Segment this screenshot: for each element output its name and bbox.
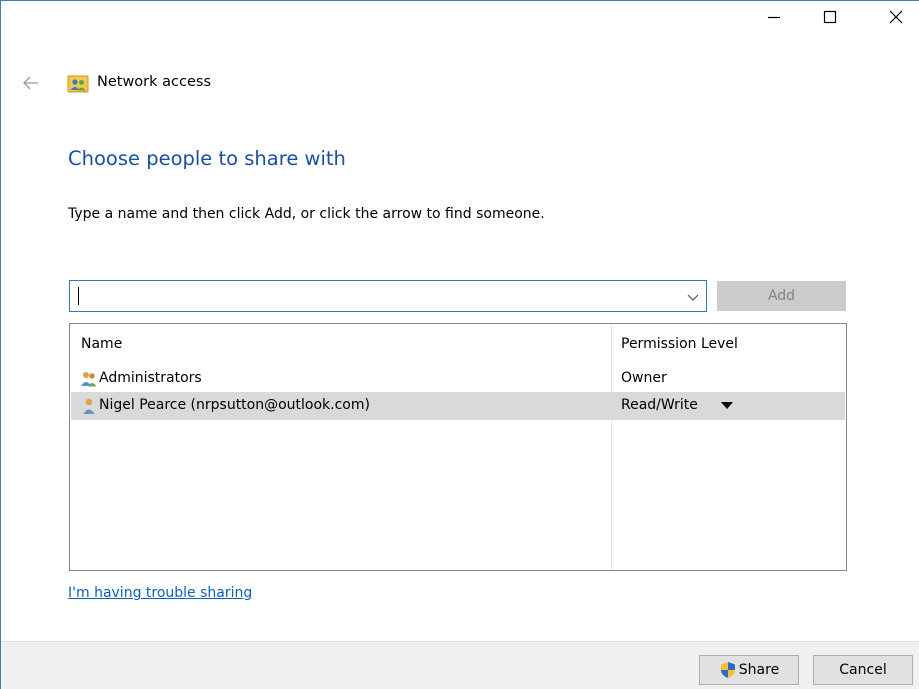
text-caret bbox=[78, 287, 79, 305]
share-button[interactable]: Share bbox=[699, 655, 799, 685]
maximize-icon bbox=[823, 10, 837, 24]
share-button-label: Share bbox=[738, 662, 780, 678]
trouble-sharing-link[interactable]: I'm having trouble sharing bbox=[68, 585, 252, 601]
list-item[interactable]: Nigel Pearce (nrpsutton@outlook.com) Rea… bbox=[71, 392, 845, 420]
back-arrow-icon[interactable] bbox=[22, 74, 40, 92]
uac-shield-icon bbox=[720, 662, 735, 678]
column-header-name[interactable]: Name bbox=[81, 336, 122, 352]
row-permission-dropdown[interactable]: Read/Write bbox=[621, 397, 698, 413]
maximize-button[interactable] bbox=[807, 2, 853, 32]
dropdown-triangle-icon[interactable] bbox=[721, 402, 733, 410]
close-icon bbox=[889, 10, 903, 24]
cancel-button[interactable]: Cancel bbox=[813, 655, 913, 685]
minimize-icon bbox=[768, 16, 780, 19]
group-icon bbox=[81, 372, 97, 387]
user-name-input[interactable] bbox=[70, 281, 670, 311]
row-name: Administrators bbox=[99, 370, 202, 386]
dialog-footer: Share Cancel bbox=[1, 641, 919, 689]
row-name: Nigel Pearce (nrpsutton@outlook.com) bbox=[99, 397, 370, 413]
add-button[interactable]: Add bbox=[717, 281, 846, 311]
sharing-list: Name Permission Level Administrators Own… bbox=[69, 323, 847, 571]
close-button[interactable] bbox=[873, 2, 919, 32]
column-header-permission[interactable]: Permission Level bbox=[621, 336, 738, 352]
user-icon bbox=[83, 398, 95, 414]
row-permission: Owner bbox=[621, 370, 667, 386]
window-title: Network access bbox=[97, 74, 212, 90]
network-access-window: Network access Choose people to share wi… bbox=[0, 0, 919, 689]
chevron-down-icon[interactable] bbox=[686, 290, 700, 304]
column-divider bbox=[611, 324, 612, 570]
minimize-button[interactable] bbox=[751, 2, 797, 32]
user-combo-box[interactable] bbox=[69, 280, 707, 312]
instructions-text: Type a name and then click Add, or click… bbox=[68, 206, 545, 222]
page-heading: Choose people to share with bbox=[68, 147, 346, 170]
list-item[interactable]: Administrators Owner bbox=[71, 365, 845, 393]
network-users-icon bbox=[67, 75, 89, 93]
